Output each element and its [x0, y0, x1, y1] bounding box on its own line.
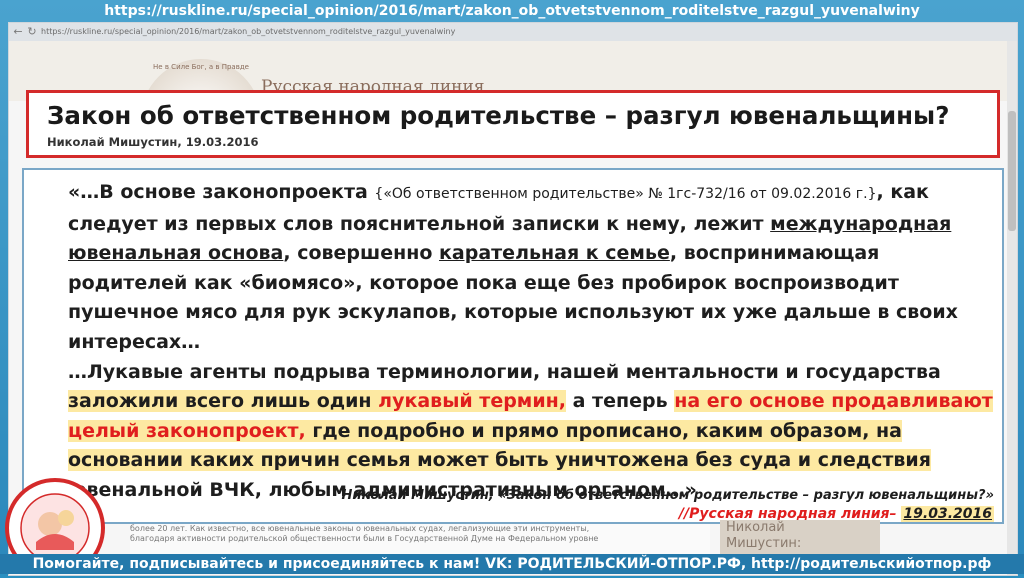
- back-arrow-icon[interactable]: ←: [11, 25, 25, 39]
- quote-open: «…В основе законопроекта: [68, 181, 375, 203]
- quote-attribution: Николай Мишустин, «Закон об ответственно…: [341, 488, 994, 503]
- quote-paragraph-2: …Лукавые агенты подрыва терминологии, на…: [32, 358, 1000, 506]
- scrollbar[interactable]: [1007, 41, 1017, 575]
- red-phrase: лукавый термин,: [378, 390, 566, 413]
- scrollbar-thumb[interactable]: [1008, 111, 1016, 231]
- source-dash: –: [889, 506, 902, 522]
- underlined-phrase: карательная к семье: [439, 242, 670, 265]
- reload-icon[interactable]: ↻: [25, 25, 39, 39]
- url-banner: https://ruskline.ru/special_opinion/2016…: [104, 3, 920, 19]
- background-author-card: Николай Мишустин:: [720, 520, 880, 556]
- source-prefix: //: [678, 506, 690, 522]
- browser-toolbar: ← ↻ https://ruskline.ru/special_opinion/…: [9, 23, 1017, 41]
- address-bar[interactable]: https://ruskline.ru/special_opinion/2016…: [41, 27, 461, 37]
- article-title: Закон об ответственном родительстве – ра…: [47, 101, 950, 130]
- quote-span: …Лукавые агенты подрыва терминологии, на…: [68, 360, 941, 383]
- background-article-text: более 20 лет. Как известно, все ювенальн…: [130, 524, 710, 554]
- quote-paragraph-1: «…В основе законопроекта {«Об ответствен…: [32, 178, 1000, 358]
- quote-span: , совершенно: [283, 242, 440, 265]
- title-frame: Закон об ответственном родительстве – ра…: [26, 90, 1000, 158]
- footer-banner[interactable]: Помогайте, подписывайтесь и присоединяйт…: [0, 554, 1024, 574]
- source-date: 19.03.2016: [901, 506, 994, 522]
- quote-text: «…В основе законопроекта {«Об ответствен…: [32, 178, 1000, 506]
- quote-span: а теперь: [566, 390, 675, 413]
- background-line: благодаря активности родительской общест…: [130, 534, 599, 543]
- author-first-name: Николай: [726, 520, 785, 535]
- bill-reference: {«Об ответственном родительстве» № 1гс-7…: [374, 186, 877, 202]
- background-line: более 20 лет. Как известно, все ювенальн…: [130, 524, 590, 533]
- article-byline: Николай Мишустин, 19.03.2016: [47, 135, 259, 149]
- quote-box: «…В основе законопроекта {«Об ответствен…: [22, 168, 1004, 524]
- highlighted-phrase: заложили всего лишь один: [68, 390, 379, 413]
- author-last-name: Мишустин:: [726, 536, 802, 551]
